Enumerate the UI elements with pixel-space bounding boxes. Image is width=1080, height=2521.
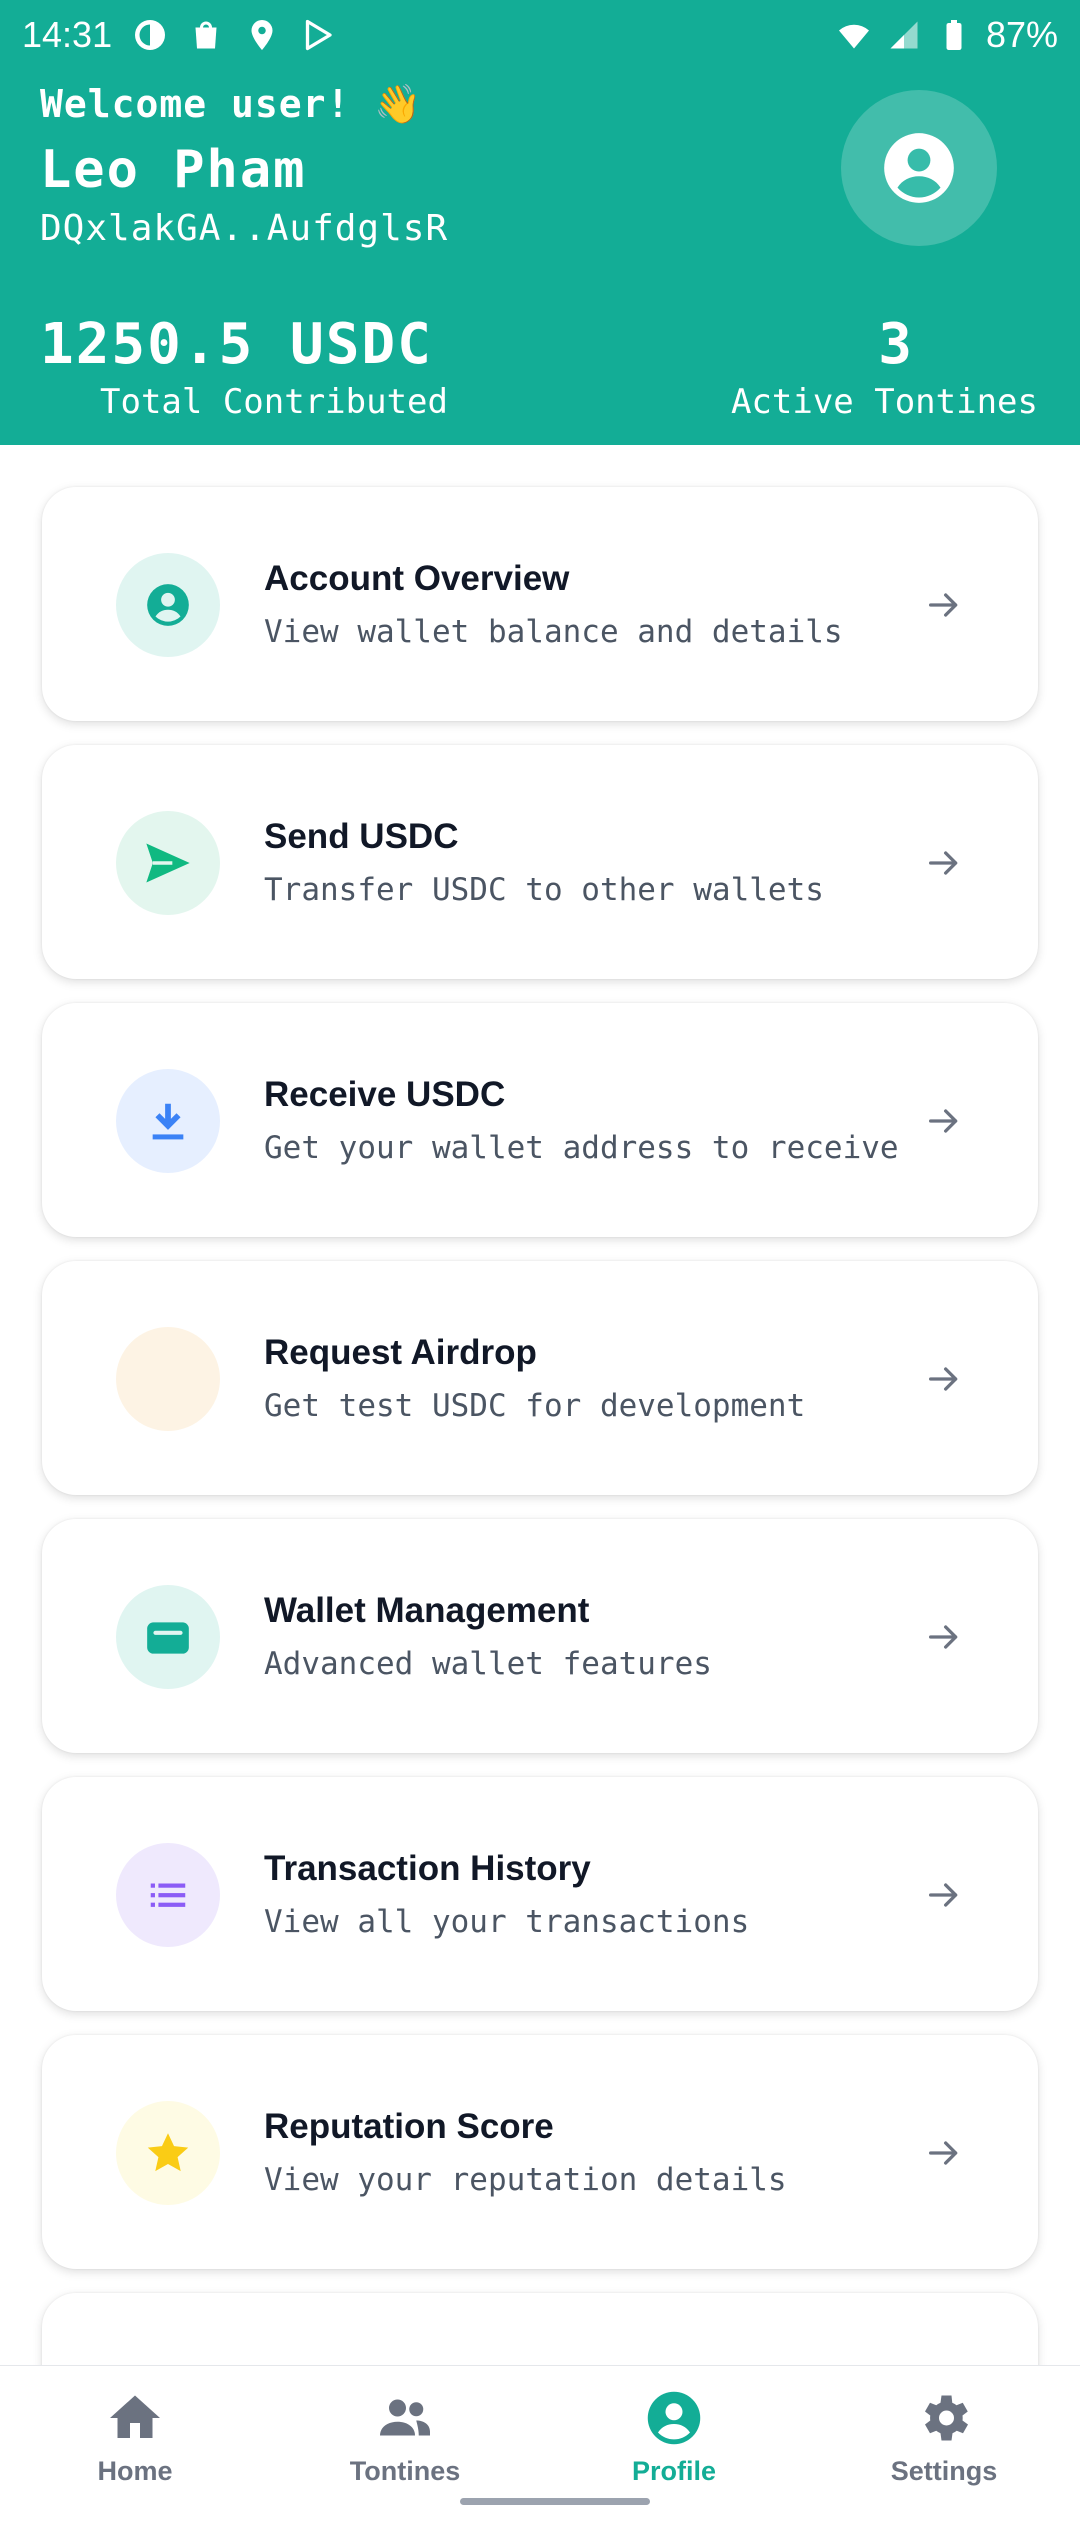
account-circle-icon xyxy=(147,584,189,626)
battery-percent: 87% xyxy=(985,14,1058,55)
profile-menu-list[interactable]: Account Overview View wallet balance and… xyxy=(0,445,1080,2365)
gesture-home-bar[interactable] xyxy=(460,2498,650,2505)
arrow-right-icon xyxy=(929,2141,958,2165)
wallet-icon xyxy=(147,1622,189,1654)
menu-icon-wrap xyxy=(116,1585,220,1689)
nav-tontines[interactable]: Tontines xyxy=(305,2388,505,2487)
account-circle-icon xyxy=(884,133,954,203)
menu-item-subtitle: View all your transactions xyxy=(264,1904,750,1940)
menu-item-transaction-history[interactable]: Transaction History View all your transa… xyxy=(42,1777,1038,2011)
arrow-right-icon xyxy=(929,851,958,875)
arrow-right-icon xyxy=(929,1109,958,1133)
arrow-right-icon xyxy=(929,1625,958,1649)
menu-item-title: Wallet Management xyxy=(264,1591,590,1630)
menu-item-title: Account Overview xyxy=(264,559,570,598)
arrow-right-icon xyxy=(929,593,958,617)
download-icon xyxy=(152,1103,184,1140)
menu-item-subtitle: Advanced wallet features xyxy=(264,1646,712,1682)
arrow-right-icon xyxy=(929,1883,958,1907)
menu-item-title: Request Airdrop xyxy=(264,1333,537,1372)
arrow-right-icon xyxy=(929,1367,958,1391)
list-icon xyxy=(150,1883,186,1907)
status-bar: 14:31 87% xyxy=(0,0,1080,70)
menu-item-subtitle: Get test USDC for development xyxy=(264,1388,806,1424)
menu-item-subtitle: Get your wallet address to receive xyxy=(264,1130,899,1166)
send-icon xyxy=(146,843,190,883)
total-contributed-value: 1250.5 USDC xyxy=(40,312,433,377)
menu-item-title: Transaction History xyxy=(264,1849,591,1888)
shopping-bag-icon xyxy=(195,21,217,49)
menu-item-request-airdrop[interactable]: Request Airdrop Get test USDC for develo… xyxy=(42,1261,1038,1495)
user-name: Leo Pham xyxy=(40,140,307,200)
account-circle-icon xyxy=(647,2391,701,2445)
group-icon xyxy=(380,2399,430,2436)
total-contributed-label: Total Contributed xyxy=(100,382,448,422)
menu-icon-wrap xyxy=(116,811,220,915)
menu-icon-wrap xyxy=(116,1069,220,1173)
menu-icon-wrap xyxy=(116,2101,220,2205)
menu-item-wallet-management[interactable]: Wallet Management Advanced wallet featur… xyxy=(42,1519,1038,1753)
menu-item-partial[interactable] xyxy=(42,2293,1038,2365)
wallet-address[interactable]: DQxlakGA..AufdglsR xyxy=(40,208,448,249)
app-notification-icon xyxy=(135,20,166,50)
menu-item-title: Send USDC xyxy=(264,817,459,856)
menu-item-receive-usdc[interactable]: Receive USDC Get your wallet address to … xyxy=(42,1003,1038,1237)
battery-icon xyxy=(946,20,962,50)
wifi-icon xyxy=(838,24,869,49)
play-store-icon xyxy=(305,19,332,51)
location-icon xyxy=(251,20,273,50)
menu-item-account-overview[interactable]: Account Overview View wallet balance and… xyxy=(42,487,1038,721)
nav-profile-label: Profile xyxy=(631,2456,717,2486)
active-tontines-value: 3 xyxy=(878,312,912,377)
airdrop-icon xyxy=(116,1327,220,1431)
star-icon xyxy=(147,2133,189,2172)
avatar[interactable] xyxy=(841,90,997,246)
menu-item-subtitle: View wallet balance and details xyxy=(264,614,843,650)
menu-item-subtitle: Transfer USDC to other wallets xyxy=(264,872,824,908)
signal-icon xyxy=(890,21,918,49)
nav-profile[interactable]: Profile xyxy=(574,2388,774,2487)
menu-item-title: Receive USDC xyxy=(264,1075,506,1114)
nav-tontines-label: Tontines xyxy=(349,2456,461,2486)
nav-home-label: Home xyxy=(97,2456,173,2486)
menu-item-title: Reputation Score xyxy=(264,2107,554,2146)
status-time: 14:31 xyxy=(22,14,113,55)
menu-item-reputation-score[interactable]: Reputation Score View your reputation de… xyxy=(42,2035,1038,2269)
nav-settings[interactable]: Settings xyxy=(844,2388,1044,2487)
welcome-text: Welcome user! 👋 xyxy=(40,82,423,126)
menu-item-subtitle: View your reputation details xyxy=(264,2162,787,2198)
menu-icon-wrap xyxy=(116,553,220,657)
menu-icon-wrap xyxy=(116,1843,220,1947)
gear-icon xyxy=(925,2395,968,2441)
profile-header: 14:31 87% Welcome user! 👋 Leo Pham DQxla… xyxy=(0,0,1080,445)
home-icon xyxy=(110,2395,160,2438)
nav-settings-label: Settings xyxy=(890,2456,998,2486)
menu-item-send-usdc[interactable]: Send USDC Transfer USDC to other wallets xyxy=(42,745,1038,979)
nav-home[interactable]: Home xyxy=(35,2388,235,2487)
active-tontines-label: Active Tontines xyxy=(730,382,1038,422)
